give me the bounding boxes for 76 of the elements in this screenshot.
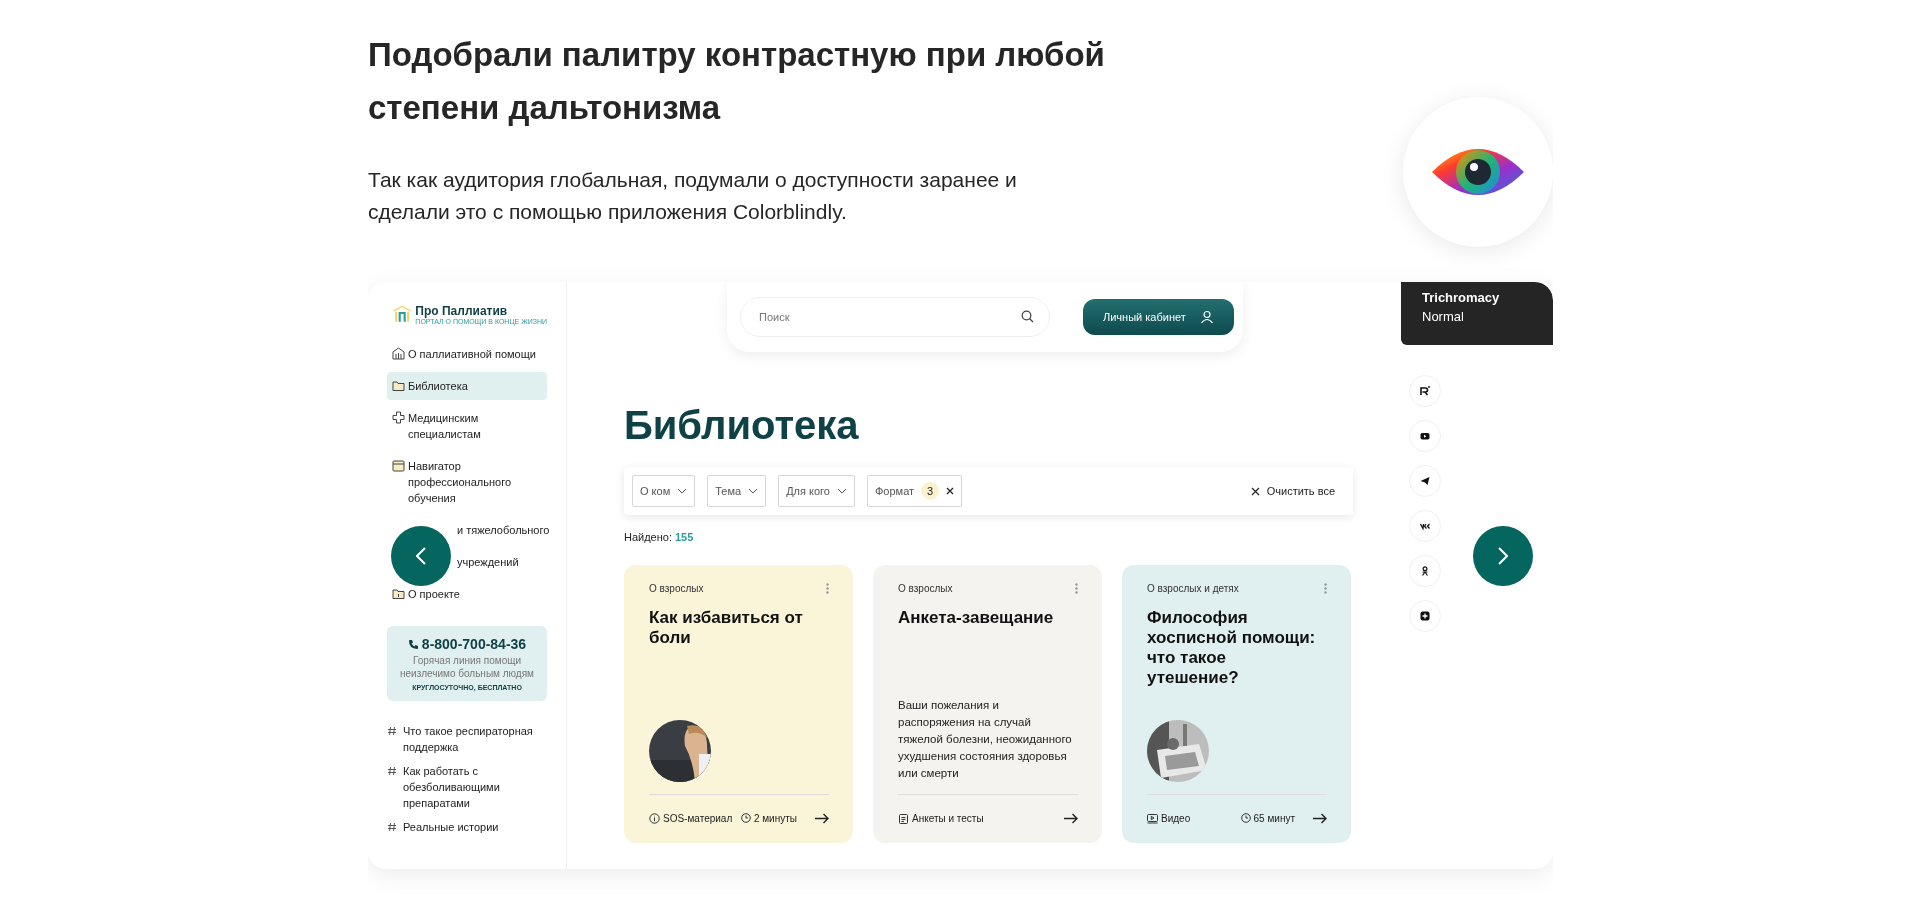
format-label: Анкеты и тесты <box>898 812 984 824</box>
tag-link[interactable]: Как работать с обезболивающими препаратами <box>387 763 547 811</box>
info-icon <box>649 812 660 824</box>
sidebar-item[interactable]: Библиотека <box>387 372 547 400</box>
section-heading: Подобрали палитру контрастную при любой степени дальтонизма <box>368 35 1106 128</box>
article-card[interactable]: О взрослых и детях Философия хосписной помощи: что такое утешение? Видео 65 минут <box>1122 565 1351 843</box>
video-icon <box>1147 812 1158 824</box>
card-title: Философия хосписной помощи: что такое утешение? <box>1147 608 1317 688</box>
sidebar-item[interactable]: О проекте <box>387 580 547 608</box>
user-icon <box>1199 310 1214 324</box>
tag-link[interactable]: Реальные истории <box>387 819 547 835</box>
found-count: 155 <box>675 531 694 543</box>
search-icon[interactable] <box>1021 310 1034 323</box>
plus-icon <box>1420 611 1430 621</box>
previous-button[interactable] <box>391 526 451 586</box>
filter-dropdown[interactable]: Тема <box>707 475 767 507</box>
hash-icon <box>387 822 397 832</box>
account-button[interactable]: Личный кабинет <box>1083 299 1234 335</box>
simulator-mode: Normal <box>1422 308 1465 326</box>
vk-icon <box>1420 521 1430 531</box>
sidebar-item[interactable]: и тяжелобольного <box>387 516 547 544</box>
card-title: Как избавиться от боли <box>649 608 804 648</box>
filter-dropdown[interactable]: Для кого <box>778 475 855 507</box>
duration-label: 65 минут <box>1240 812 1295 824</box>
clipboard-icon <box>898 812 909 824</box>
chevron-left-icon <box>416 547 426 565</box>
format-label: SOS-материал <box>649 812 733 824</box>
search-field[interactable]: Поиск <box>740 297 1050 337</box>
sidebar-item[interactable]: Медицинским специалистам <box>387 404 547 448</box>
card-description: Ваши пожелания и распоряжения на случай тяжелой болезни, неожиданного ухудшения состояния здоровья или смерти <box>898 698 1073 781</box>
play-icon <box>1420 431 1430 441</box>
hotline-phone[interactable]: 8-800-700-84-36 <box>421 636 527 652</box>
close-icon <box>1250 486 1260 496</box>
clock-icon <box>1240 813 1251 823</box>
next-button[interactable] <box>1473 526 1533 586</box>
filter-dropdown[interactable]: О ком <box>632 475 696 507</box>
section-text: Так как аудитория глобальная, подумали о доступности заранее и сделали это с помощью приложения Colorblindly. <box>368 167 1018 225</box>
sidebar-item[interactable]: Навигатор профессионального обучения <box>387 452 547 512</box>
chevron-down-icon <box>836 488 847 494</box>
clear-filters-button[interactable]: Очистить все <box>1240 485 1345 497</box>
tag-link[interactable]: Что такое респираторная поддержка <box>387 723 547 755</box>
phone-icon <box>407 638 419 650</box>
r-letter-icon <box>1420 386 1430 396</box>
format-label: Видео <box>1147 812 1191 824</box>
chevron-right-icon <box>1498 547 1508 565</box>
info-icon <box>392 587 405 600</box>
hash-icon <box>387 766 397 776</box>
card-category: О взрослых и детях <box>1147 583 1239 594</box>
filter-count: 3 <box>921 482 940 500</box>
ok-icon <box>1420 566 1430 576</box>
sidebar-item[interactable]: О паллиативной помощи <box>387 340 547 368</box>
card-title: Анкета-завещание <box>898 608 1055 628</box>
page-title: Библиотека <box>624 402 860 448</box>
folder-icon <box>392 379 405 392</box>
article-card[interactable]: О взрослых Как избавиться от боли SOS-материал 2 минуты <box>624 565 853 843</box>
chevron-down-icon <box>677 488 688 494</box>
sidebar-item[interactable]: учреждений <box>387 548 547 576</box>
chevron-down-icon <box>748 488 759 494</box>
hotline-text: Горячая линия помощи неизлечимо больным людям <box>399 654 535 680</box>
close-icon[interactable] <box>946 487 955 495</box>
building-icon <box>392 347 405 360</box>
card-category: О взрослых <box>898 583 953 594</box>
more-icon[interactable] <box>826 583 829 594</box>
clock-icon <box>740 813 751 823</box>
logo-name: Про Паллиатив <box>415 303 509 318</box>
calendar-icon <box>392 459 405 472</box>
found-label: Найдено: <box>624 531 672 543</box>
more-icon[interactable] <box>1075 583 1078 594</box>
paper-plane-icon <box>1420 476 1430 486</box>
hash-icon <box>387 726 397 736</box>
card-category: О взрослых <box>649 583 704 594</box>
duration-label: 2 минуты <box>740 812 797 824</box>
filter-label[interactable]: Формат <box>874 485 915 497</box>
cross-icon <box>392 411 405 424</box>
simulator-title: Trichromacy <box>1422 289 1501 307</box>
article-card[interactable]: О взрослых Анкета-завещание Ваши пожелания и распоряжения на случай тяжелой болезни, неожиданного ухудшения состояния здоровья или смерти Анкеты и тесты <box>873 565 1102 843</box>
